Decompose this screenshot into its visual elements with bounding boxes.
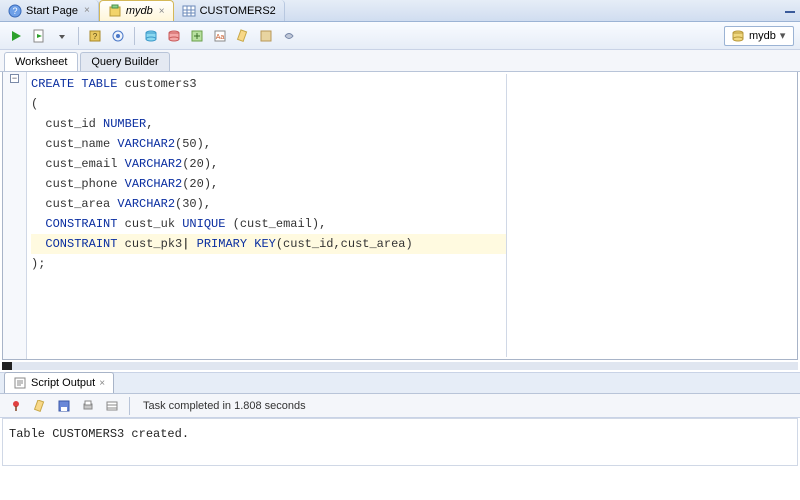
sql-editor[interactable]: − CREATE TABLE customers3( cust_id NUMBE… [2,72,798,360]
close-icon[interactable]: × [84,5,90,16]
sub-tab-worksheet[interactable]: Worksheet [4,52,78,71]
close-icon[interactable]: × [159,6,165,17]
chevron-down-icon: ▾ [780,29,786,42]
output-body[interactable]: Table CUSTOMERS3 created. [2,418,798,466]
editor-gutter: − [3,72,27,359]
code-line[interactable]: CREATE TABLE customers3 [31,74,506,94]
to-upper-button[interactable] [256,26,276,46]
code-line[interactable]: cust_name VARCHAR2(50), [31,134,506,154]
output-tab-script-output[interactable]: Script Output × [4,372,114,393]
print-output-button[interactable] [78,396,98,416]
table-icon [182,4,196,18]
code-line[interactable]: ); [31,254,506,274]
sub-tab-label: Query Builder [91,56,158,68]
svg-text:Aa: Aa [216,34,225,41]
code-line[interactable]: CONSTRAINT cust_uk UNIQUE (cust_email), [31,214,506,234]
db-connection-icon [108,4,122,18]
code-line[interactable]: cust_email VARCHAR2(20), [31,154,506,174]
tab-label: mydb [126,5,153,17]
run-script-dropdown[interactable] [52,26,72,46]
sql-history-button[interactable]: Aa [210,26,230,46]
run-script-button[interactable] [29,26,49,46]
worksheet-sub-tabs: Worksheet Query Builder [0,50,800,72]
script-output-icon [13,376,27,390]
code-line[interactable]: cust_id NUMBER, [31,114,506,134]
help-icon: ? [8,4,22,18]
clear-button[interactable] [233,26,253,46]
tab-label: Start Page [26,5,78,17]
unshared-worksheet-button[interactable] [187,26,207,46]
fold-toggle-icon[interactable]: − [10,74,19,83]
output-status-text: Task completed in 1.808 seconds [143,400,306,412]
output-tab-label: Script Output [31,377,95,389]
svg-text:?: ? [12,6,17,16]
sub-tab-label: Worksheet [15,56,67,68]
clear-output-button[interactable] [30,396,50,416]
commit-button[interactable] [141,26,161,46]
separator [134,27,135,45]
connection-label: mydb [749,30,776,42]
autotrace-button[interactable] [108,26,128,46]
sub-tab-query-builder[interactable]: Query Builder [80,52,169,71]
code-line[interactable]: cust_area VARCHAR2(30), [31,194,506,214]
minimize-button[interactable] [780,0,800,21]
code-line[interactable]: ( [31,94,506,114]
output-tab-bar: Script Output × [0,372,800,394]
output-text: Table CUSTOMERS3 created. [9,427,189,441]
tab-start-page[interactable]: ? Start Page × [0,0,99,21]
pin-button[interactable] [6,396,26,416]
close-icon[interactable]: × [99,378,105,389]
splitter-handle[interactable] [2,362,12,370]
horizontal-splitter[interactable] [2,362,798,370]
output-toolbar: Task completed in 1.808 seconds [0,394,800,418]
document-tab-bar: ? Start Page × mydb × CUSTOMERS2 [0,0,800,22]
save-output-button[interactable] [54,396,74,416]
run-statement-button[interactable] [6,26,26,46]
rollback-button[interactable] [164,26,184,46]
tab-filler [285,0,780,21]
explain-plan-button[interactable]: ? [85,26,105,46]
db-icon [731,29,745,43]
tab-customers2[interactable]: CUSTOMERS2 [174,0,285,21]
connection-dropdown[interactable]: mydb ▾ [724,26,794,46]
code-line[interactable]: CONSTRAINT cust_pk3| PRIMARY KEY(cust_id… [31,234,506,254]
separator [78,27,79,45]
tab-label: CUSTOMERS2 [200,5,276,17]
separator [129,397,130,415]
svg-text:?: ? [93,32,98,41]
code-line[interactable]: cust_phone VARCHAR2(20), [31,174,506,194]
worksheet-toolbar: ? Aa mydb ▾ [0,22,800,50]
code-pane[interactable]: CREATE TABLE customers3( cust_id NUMBER,… [27,72,797,359]
tab-mydb[interactable]: mydb × [99,0,174,21]
buffer-size-button[interactable] [102,396,122,416]
sql-recall-button[interactable] [279,26,299,46]
